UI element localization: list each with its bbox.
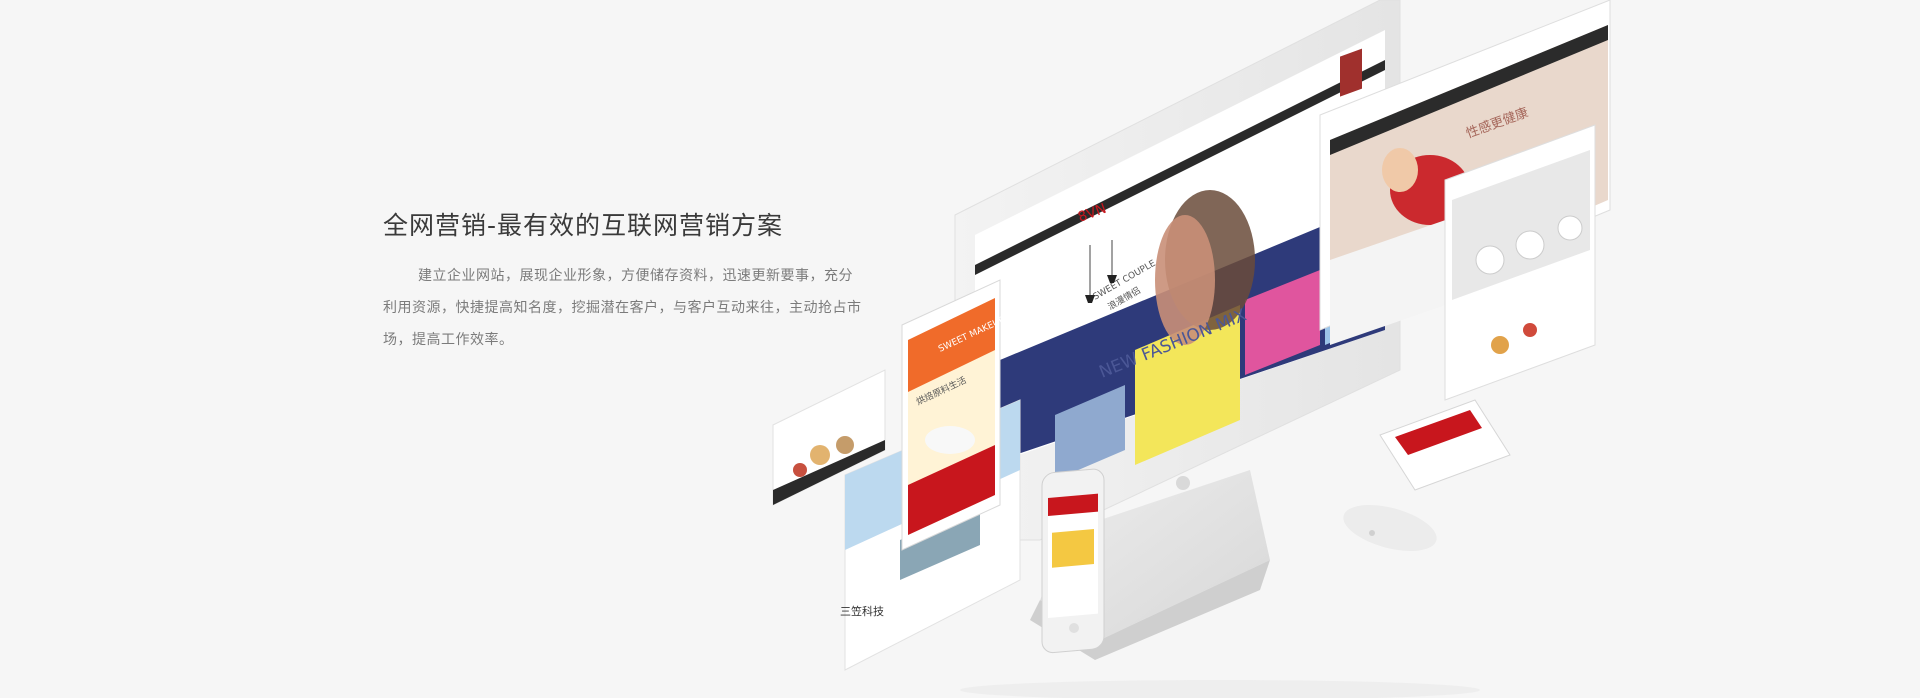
phone-horizontal: [1379, 399, 1511, 491]
banner: 全网营销-最有效的互联网营销方案 建立企业网站，展现企业形象，方便储存资料，迅速…: [0, 0, 1920, 698]
phone-vertical-large: SWEET MAKEUP 烘焙原料生活: [901, 279, 1007, 551]
devices-illustration: 8VN SWEET COUPLE 浪漫情侣 NEW FASHION MIX 性感…: [740, 0, 1620, 698]
apple-logo-icon: [1176, 476, 1190, 490]
devices-mockup-image: 8VN SWEET COUPLE 浪漫情侣 NEW FASHION MIX 性感…: [772, 0, 1611, 698]
phone-front: [1041, 468, 1105, 654]
mouse-device: [1343, 505, 1437, 551]
card-logo: 三笠科技: [840, 604, 884, 618]
